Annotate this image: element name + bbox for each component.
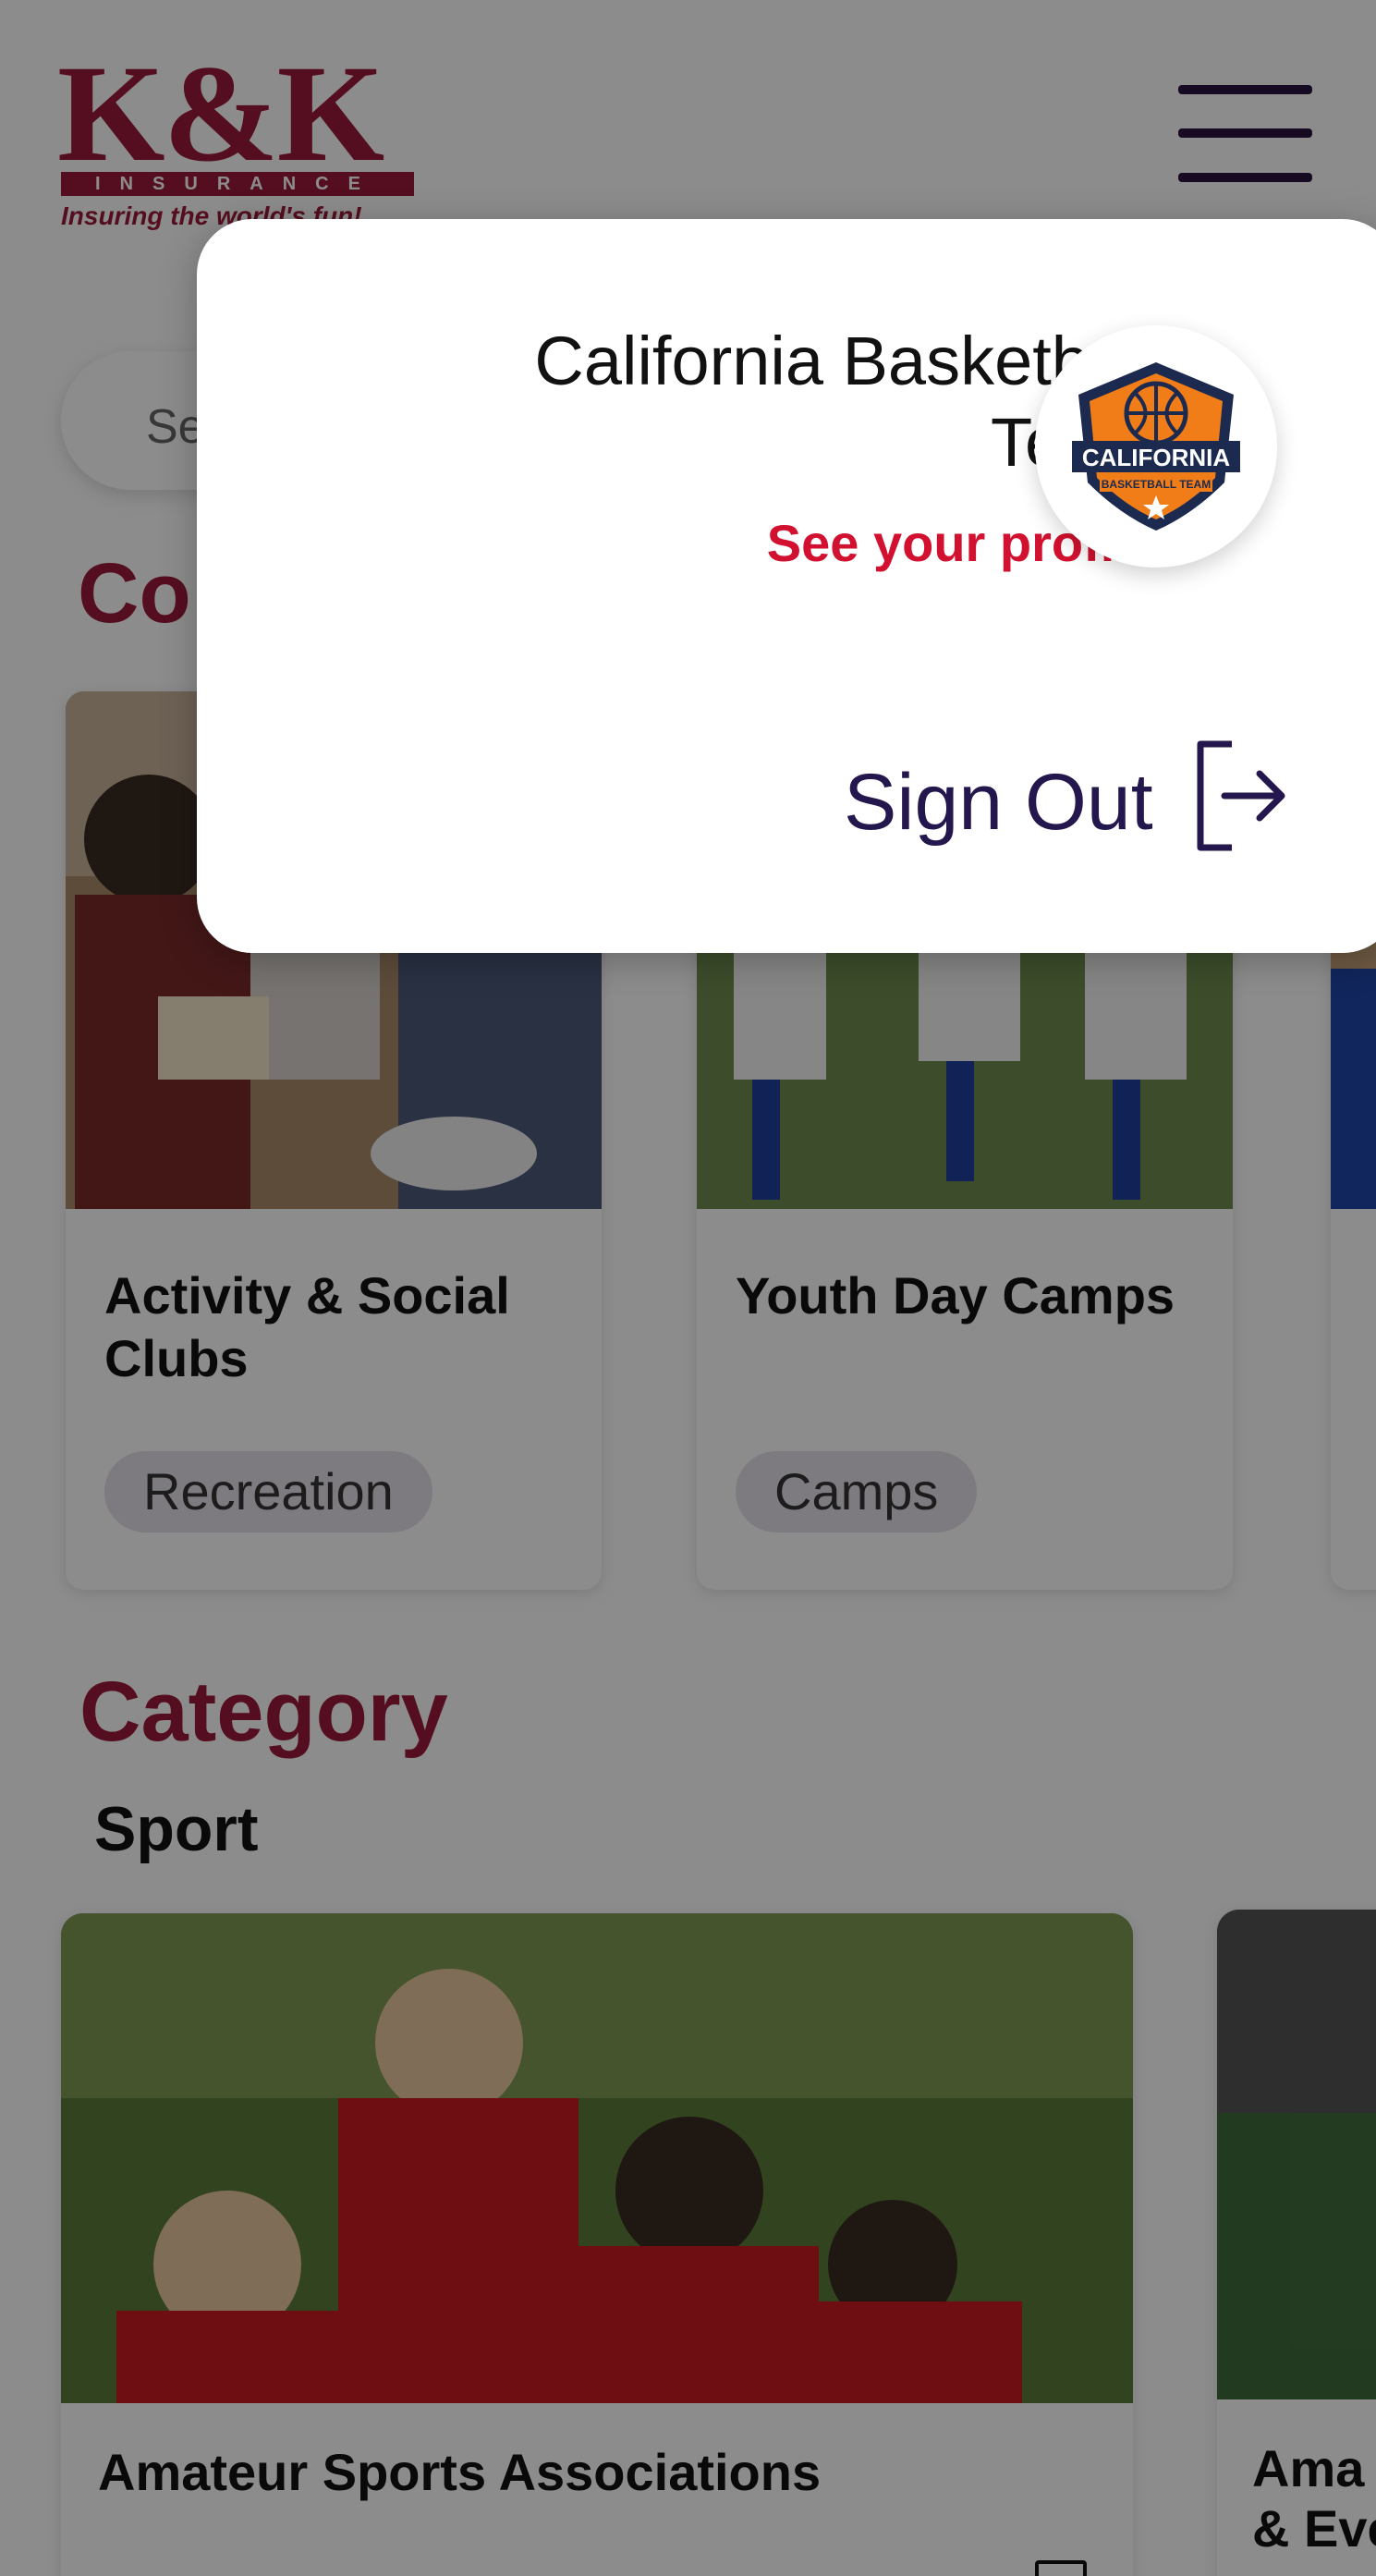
sign-out-icon — [1197, 740, 1285, 851]
badge-sub-text: BASKETBALL TEAM — [1102, 478, 1211, 491]
sign-out-button[interactable]: Sign Out — [844, 737, 1376, 875]
basketball-badge-icon: CALIFORNIA BASKETBALL TEAM — [1072, 362, 1240, 531]
sign-out-label: Sign Out — [844, 758, 1153, 847]
page: K&K INSURANCE Insuring the world's fun! … — [0, 0, 1376, 2576]
team-avatar[interactable]: CALIFORNIA BASKETBALL TEAM — [1035, 325, 1277, 568]
badge-team-text: CALIFORNIA — [1082, 444, 1231, 471]
profile-popover: California Basketball Team See your prof… — [197, 219, 1376, 953]
